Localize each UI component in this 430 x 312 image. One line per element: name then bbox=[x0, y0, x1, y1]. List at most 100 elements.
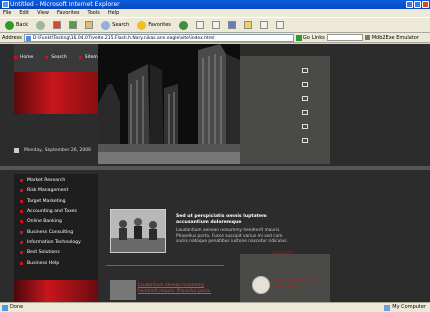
menu-edit[interactable]: Edit bbox=[19, 9, 29, 17]
menu-help[interactable]: Help bbox=[108, 9, 119, 17]
skyline-graphic bbox=[98, 44, 240, 164]
computer-icon bbox=[384, 304, 391, 311]
top-nav: Home Search Sitemap bbox=[14, 55, 103, 60]
menu-item-market-research[interactable]: Market Research bbox=[20, 177, 81, 184]
edit-button[interactable] bbox=[226, 19, 238, 31]
status-bar: Done My Computer bbox=[0, 302, 430, 312]
toolbar: Back Search Favorites bbox=[0, 17, 430, 33]
feature-photo bbox=[110, 209, 166, 253]
star-icon bbox=[137, 20, 147, 30]
favorites-button[interactable]: Favorites bbox=[135, 19, 173, 31]
menu-item-label: Best Solutions bbox=[27, 250, 60, 256]
search-button[interactable]: Search bbox=[99, 19, 131, 31]
stop-icon bbox=[53, 21, 62, 29]
window-titlebar[interactable]: Untitled - Microsoft Internet Explorer bbox=[0, 0, 430, 9]
home-icon bbox=[85, 21, 94, 29]
discuss-button[interactable] bbox=[242, 19, 254, 31]
messenger-icon bbox=[259, 21, 268, 29]
menu-item-online-banking[interactable]: Online Banking bbox=[20, 218, 81, 225]
favorites-label: Favorites bbox=[148, 22, 171, 28]
forward-arrow-icon bbox=[36, 20, 46, 30]
menu-view[interactable]: View bbox=[37, 9, 49, 17]
person-role: manager bbox=[276, 284, 296, 290]
menu-item-label: Market Research bbox=[27, 178, 66, 184]
feature-text: Laudantium aenean nonummy hendrerit maur… bbox=[176, 228, 288, 244]
go-button[interactable]: Go bbox=[295, 34, 310, 41]
date-text: Monday, September 26, 2006 bbox=[24, 148, 91, 153]
menu-item-label: Risk Management bbox=[27, 188, 69, 194]
menu-item-label: Business Consulting bbox=[27, 229, 74, 235]
page-viewport[interactable]: Home Search Sitemap Monday, September 26… bbox=[0, 44, 430, 302]
address-input[interactable]: D:\Funkt\Testing\16.04.07\velte.215.Flas… bbox=[23, 33, 294, 42]
red-header-block bbox=[14, 72, 98, 114]
menu-item-label: Accounting and Taxes bbox=[27, 209, 77, 215]
news-link[interactable]: Laudantium aenean nonummy hendrerit maur… bbox=[138, 283, 224, 294]
bullet-icon bbox=[20, 251, 23, 255]
menu-item-business-help[interactable]: Business Help bbox=[20, 259, 81, 266]
print-icon bbox=[211, 21, 220, 29]
header-right-panel bbox=[240, 56, 330, 164]
folder-icon bbox=[243, 21, 252, 29]
back-button[interactable]: Back bbox=[3, 19, 30, 31]
toolbar-plugin-logo[interactable] bbox=[326, 34, 363, 41]
address-value: D:\Funkt\Testing\16.04.07\velte.215.Flas… bbox=[32, 35, 215, 41]
menu-item-label: Information Technology bbox=[27, 239, 81, 245]
refresh-button[interactable] bbox=[67, 19, 79, 31]
refresh-icon bbox=[69, 21, 78, 29]
go-arrow-icon bbox=[295, 34, 302, 41]
menu-file[interactable]: File bbox=[3, 9, 11, 17]
bullet-icon bbox=[45, 56, 49, 59]
bullet-icon bbox=[78, 56, 82, 59]
extra-button[interactable] bbox=[274, 19, 286, 31]
status-text: Done bbox=[10, 304, 24, 310]
mail-icon bbox=[195, 21, 204, 29]
menu-item-information-technology[interactable]: Information Technology bbox=[20, 239, 81, 246]
avatar bbox=[252, 276, 270, 294]
menu-item-best-solutions[interactable]: Best Solutions bbox=[20, 249, 81, 256]
window-icon bbox=[275, 21, 284, 29]
print-button[interactable] bbox=[210, 19, 222, 31]
home-icon[interactable] bbox=[302, 68, 308, 73]
contact-icon[interactable] bbox=[302, 110, 308, 115]
content-divider bbox=[106, 265, 224, 266]
edit-icon[interactable] bbox=[302, 124, 308, 129]
menu-item-accounting[interactable]: Accounting and Taxes bbox=[20, 208, 81, 215]
menu-item-risk-management[interactable]: Risk Management bbox=[20, 187, 81, 194]
menu-favorites[interactable]: Favorites bbox=[57, 9, 80, 17]
forward-button[interactable] bbox=[34, 19, 47, 31]
home-button[interactable] bbox=[83, 19, 95, 31]
calendar-icon bbox=[14, 148, 19, 153]
menu-bar: File Edit View Favorites Tools Help bbox=[0, 9, 430, 17]
close-icon[interactable] bbox=[422, 1, 429, 8]
menu-tools[interactable]: Tools bbox=[88, 9, 100, 17]
link-icon[interactable] bbox=[302, 138, 308, 143]
menu-item-business-consulting[interactable]: Business Consulting bbox=[20, 228, 81, 235]
nav-home-label: Home bbox=[20, 55, 34, 60]
messenger-button[interactable] bbox=[258, 19, 270, 31]
page-icon bbox=[25, 35, 31, 41]
menu-item-label: Business Help bbox=[27, 260, 60, 266]
menu-item-target-marketing[interactable]: Target Marketing bbox=[20, 198, 81, 205]
history-button[interactable] bbox=[177, 19, 190, 31]
mail-button[interactable] bbox=[194, 19, 206, 31]
plugin-icon bbox=[364, 35, 370, 40]
nav-home[interactable]: Home bbox=[14, 55, 33, 60]
plugin-label[interactable]: Mdb2Exe Emulator bbox=[372, 35, 419, 41]
minimize-icon[interactable] bbox=[406, 1, 413, 8]
links-label[interactable]: Links bbox=[312, 35, 325, 41]
maximize-icon[interactable] bbox=[414, 1, 421, 8]
security-zone: My Computer bbox=[384, 303, 426, 312]
bookmark-icon[interactable] bbox=[302, 96, 308, 101]
stop-button[interactable] bbox=[51, 19, 63, 31]
menu-item-label: Online Banking bbox=[27, 219, 62, 225]
address-bar: Address D:\Funkt\Testing\16.04.07\velte.… bbox=[0, 33, 430, 43]
back-arrow-icon bbox=[5, 20, 14, 30]
menu-item-label: Target Marketing bbox=[27, 198, 66, 204]
person-info[interactable]: Mrs. Helen Turpson manager bbox=[276, 279, 330, 290]
mail-icon[interactable] bbox=[302, 82, 308, 87]
thumbnail-image bbox=[110, 280, 136, 300]
nav-search[interactable]: Search bbox=[45, 55, 67, 60]
window-title: Untitled - Microsoft Internet Explorer bbox=[10, 1, 120, 8]
window-controls bbox=[406, 1, 429, 8]
bullet-icon bbox=[14, 56, 17, 59]
